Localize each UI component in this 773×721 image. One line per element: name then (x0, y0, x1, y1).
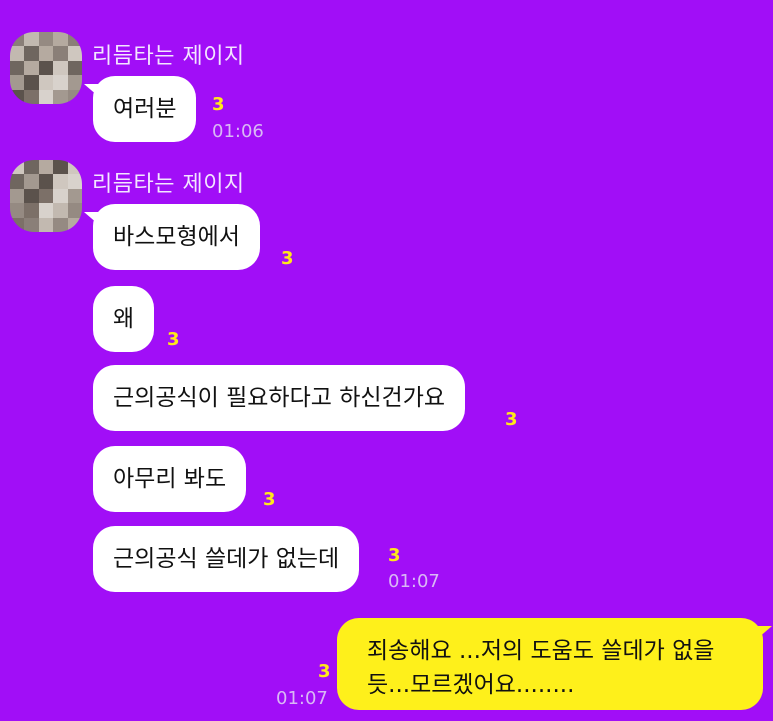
message-timestamp: 01:07 (388, 571, 440, 592)
avatar-mosaic-tile (53, 188, 68, 204)
message-bubble[interactable]: 아무리 봐도 (93, 446, 247, 512)
avatar-mosaic-tile (53, 174, 68, 189)
unread-count: 3 (167, 329, 180, 350)
message-bubble[interactable]: 바스모형에서 (84, 204, 260, 270)
avatar-mosaic-tile (53, 89, 68, 104)
message-bubble[interactable]: 여러분 (83, 76, 197, 142)
avatar-mosaic-tile (38, 203, 54, 218)
avatar-mosaic-tile (38, 160, 54, 175)
avatar-mosaic-tile (38, 46, 54, 61)
avatar-mosaic-tile (10, 217, 25, 232)
avatar-mosaic-tile (67, 89, 82, 104)
message-bubble[interactable]: 왜 (93, 286, 155, 352)
avatar-mosaic-tile (24, 160, 39, 175)
chat-area: 리듬타는 제이지 여러분 3 01:06 리듬타는 제이지 바스모형에서 3 왜… (0, 0, 773, 721)
message-bubble[interactable]: 근의공식 쓸데가 없는데 (93, 526, 360, 592)
avatar-mosaic-tile (53, 160, 68, 175)
sender-avatar[interactable] (10, 160, 82, 232)
avatar-mosaic-tile (67, 188, 82, 204)
avatar-mosaic-tile (24, 89, 39, 104)
unread-count: 3 (281, 248, 294, 269)
unread-count: 3 (263, 489, 276, 510)
avatar-mosaic-tile (10, 46, 25, 61)
avatar-mosaic-tile (24, 174, 39, 189)
avatar-mosaic-tile (10, 188, 25, 204)
message-timestamp: 01:06 (212, 121, 264, 142)
unread-count: 3 (388, 545, 401, 566)
avatar-mosaic-tile (24, 188, 39, 204)
avatar-mosaic-tile (67, 217, 82, 232)
avatar-mosaic-tile (53, 60, 68, 76)
avatar-mosaic-tile (38, 32, 54, 47)
avatar-mosaic-tile (24, 217, 39, 232)
avatar-mosaic-tile (67, 174, 82, 189)
avatar-mosaic-tile (38, 174, 54, 189)
avatar-mosaic-tile (10, 203, 25, 218)
message-timestamp: 01:07 (276, 688, 328, 709)
unread-count: 3 (318, 661, 331, 682)
avatar-mosaic-tile (67, 46, 82, 61)
avatar-mosaic-tile (53, 75, 68, 90)
sender-name: 리듬타는 제이지 (92, 172, 245, 197)
avatar-mosaic-tile (38, 188, 54, 204)
avatar-mosaic-tile (10, 60, 25, 76)
sender-name: 리듬타는 제이지 (92, 44, 245, 69)
avatar-mosaic-tile (67, 75, 82, 90)
avatar-mosaic-tile (24, 32, 39, 47)
avatar-mosaic-tile (10, 32, 25, 47)
avatar-mosaic-tile (38, 89, 54, 104)
avatar-mosaic-tile (10, 160, 25, 175)
sender-avatar[interactable] (10, 32, 82, 104)
avatar-mosaic-tile (67, 203, 82, 218)
avatar-mosaic-tile (53, 217, 68, 232)
avatar-mosaic-tile (38, 217, 54, 232)
avatar-mosaic-tile (24, 75, 39, 90)
avatar-mosaic-tile (24, 60, 39, 76)
avatar-mosaic-tile (67, 60, 82, 76)
avatar-mosaic-tile (24, 203, 39, 218)
avatar-mosaic-tile (53, 203, 68, 218)
unread-count: 3 (212, 94, 225, 115)
avatar-mosaic-tile (10, 75, 25, 90)
avatar-mosaic-tile (67, 32, 82, 47)
avatar-mosaic-tile (53, 46, 68, 61)
avatar-mosaic-tile (38, 75, 54, 90)
unread-count: 3 (505, 409, 518, 430)
avatar-mosaic-tile (10, 174, 25, 189)
avatar-mosaic-tile (24, 46, 39, 61)
avatar-mosaic-tile (10, 89, 25, 104)
avatar-mosaic-tile (53, 32, 68, 47)
avatar-mosaic-tile (67, 160, 82, 175)
my-message-bubble[interactable]: 죄송해요 ...저의 도움도 쓸데가 없을 듯...모르겠어요........ (337, 618, 772, 710)
message-bubble[interactable]: 근의공식이 필요하다고 하신건가요 (93, 365, 466, 431)
avatar-mosaic-tile (38, 60, 54, 76)
